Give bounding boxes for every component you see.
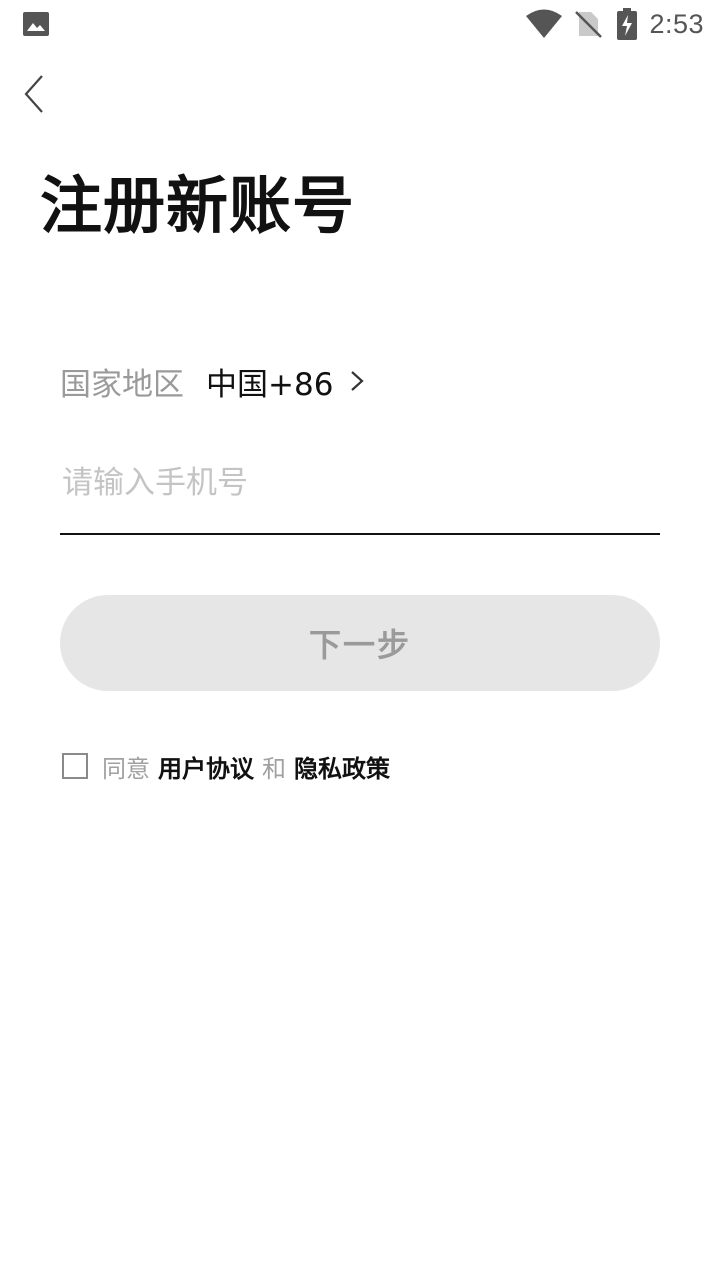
- next-step-label: 下一步: [308, 627, 411, 663]
- country-code-value: 中国+86: [206, 366, 334, 403]
- agree-prefix: 同意: [102, 754, 150, 783]
- image-icon: [22, 11, 50, 37]
- agreement-row: 同意 用户协议 和 隐私政策: [62, 748, 398, 784]
- country-code-selector[interactable]: 中国+86: [206, 359, 365, 404]
- status-bar: 2:53: [0, 0, 720, 48]
- back-chevron-icon: [22, 74, 46, 118]
- battery-charging-icon: [617, 8, 638, 40]
- phone-number-input[interactable]: [60, 448, 660, 518]
- next-step-button[interactable]: 下一步: [60, 595, 660, 691]
- country-region-label: 国家地区: [60, 366, 184, 403]
- user-agreement-link[interactable]: 用户协议: [158, 749, 254, 784]
- privacy-policy-link[interactable]: 隐私政策: [294, 749, 390, 784]
- register-screen: 2:53 注册新账号 国家地区 中国+86 下一步: [0, 0, 720, 1280]
- back-button[interactable]: [14, 72, 54, 120]
- status-time: 2:53: [649, 8, 704, 39]
- phone-field: [60, 448, 660, 535]
- status-icons: 2:53: [525, 0, 704, 48]
- no-sim-icon: [573, 9, 603, 39]
- wifi-icon: [525, 9, 563, 39]
- agree-conjunction: 和: [262, 754, 286, 783]
- page-title: 注册新账号: [40, 169, 356, 242]
- country-region-row: 国家地区 中国+86: [60, 356, 365, 406]
- agreement-checkbox[interactable]: [62, 753, 88, 779]
- chevron-right-icon: [349, 368, 365, 394]
